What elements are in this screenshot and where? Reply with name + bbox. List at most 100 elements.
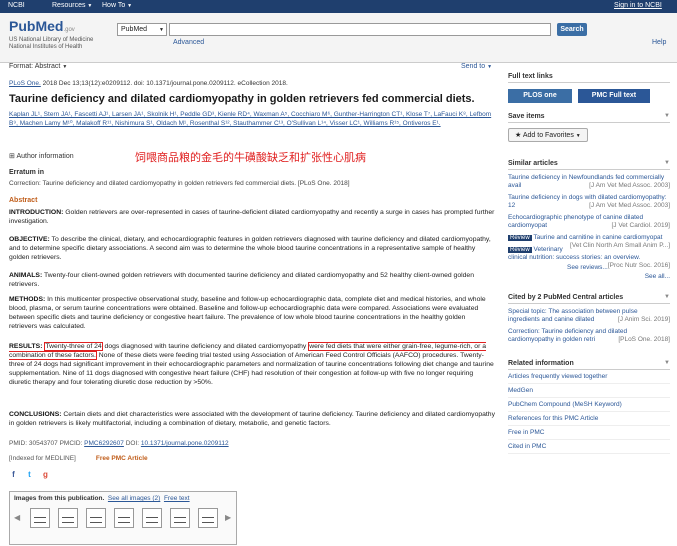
logo-subtitle: US National Library of Medicine National…: [9, 37, 94, 50]
cited-by-heading: Cited by 2 PubMed Central articles ▼: [508, 294, 670, 304]
full-text-links-label: Full text links: [508, 73, 553, 80]
figure-thumbnail[interactable]: [30, 508, 50, 528]
format-value: Abstract: [34, 63, 61, 70]
related-information-label: Related information: [508, 360, 574, 367]
citing-article[interactable]: Correction: Taurine deficiency and dilat…: [508, 328, 670, 344]
free-pmc-link[interactable]: Free PMC Article: [96, 455, 148, 462]
abstract-results: RESULTS: Twenty-three of 24 dogs diagnos…: [9, 342, 495, 387]
doi-label: DOI:: [123, 440, 141, 447]
chevron-down-icon: ▼: [159, 27, 164, 33]
advanced-search-link[interactable]: Advanced: [173, 39, 204, 46]
related-link[interactable]: PubChem Compound (MeSH Keyword): [508, 398, 670, 412]
similar-article-title: Taurine and carnitine in canine cardiomy…: [533, 234, 663, 241]
images-panel: Images from this publication. See all im…: [9, 491, 237, 545]
logo-text: PubMed: [9, 18, 64, 34]
conclusions-label: CONCLUSIONS:: [9, 411, 62, 418]
chevron-down-icon[interactable]: ▼: [664, 294, 670, 300]
review-badge: Review: [508, 247, 532, 253]
similar-article[interactable]: Taurine deficiency in Newfoundlands fed …: [508, 174, 670, 190]
abstract-methods: METHODS: In this multicenter prospective…: [9, 295, 495, 331]
related-information-heading: Related information ▼: [508, 360, 670, 370]
similar-article[interactable]: Echocardiographic phenotype of canine di…: [508, 214, 670, 230]
similar-article-source: [Vet Clin North Am Small Anim P...]: [570, 242, 670, 249]
search-input[interactable]: [169, 23, 551, 36]
figure-thumbnail[interactable]: [142, 508, 162, 528]
add-to-favorites-button[interactable]: ★ Add to Favorites ▼: [508, 128, 588, 142]
free-text-link[interactable]: Free text: [164, 495, 190, 502]
related-link[interactable]: References for this PMC Article: [508, 412, 670, 426]
correction-link[interactable]: Correction: Taurine deficiency and dilat…: [9, 180, 350, 187]
similar-article-source: [J Am Vet Med Assoc. 2003]: [589, 182, 670, 189]
methods-text: In this multicenter prospective observat…: [9, 296, 486, 330]
similar-article[interactable]: Review Taurine and carnitine in canine c…: [508, 234, 670, 249]
indexed-label: [Indexed for MEDLINE]: [9, 455, 76, 462]
resources-menu[interactable]: Resources ▼: [52, 2, 92, 9]
save-items-label: Save items: [508, 113, 545, 120]
figure-thumbnail[interactable]: [86, 508, 106, 528]
figure-thumbnail[interactable]: [114, 508, 134, 528]
format-label: Format:: [9, 63, 34, 70]
similar-article[interactable]: Taurine deficiency in dogs with dilated …: [508, 194, 670, 210]
similar-articles-label: Similar articles: [508, 160, 558, 167]
logo-gov: .gov: [63, 27, 75, 33]
see-all-link[interactable]: See all...: [508, 273, 670, 280]
related-link[interactable]: MedGen: [508, 384, 670, 398]
erratum-heading: Erratum in: [9, 169, 45, 176]
twitter-icon[interactable]: t: [25, 470, 34, 479]
pmid-text: PMID: 30543707 PMCID:: [9, 440, 85, 447]
doi-link[interactable]: 10.1371/journal.pone.0209112: [141, 440, 229, 447]
journal-link[interactable]: PLoS One.: [9, 80, 41, 87]
citing-article[interactable]: Special topic: The association between p…: [508, 308, 670, 324]
author-info-label: Author information: [16, 153, 74, 160]
facebook-icon[interactable]: f: [9, 470, 18, 479]
intro-label: INTRODUCTION:: [9, 209, 64, 216]
similar-article-source: [J Am Vet Med Assoc. 2003]: [589, 202, 670, 209]
conclusions-text: Certain diets and diet characteristics w…: [9, 411, 495, 427]
similar-article-source: [Proc Nutr Soc. 2016]: [607, 262, 670, 269]
chevron-down-icon: ▼: [487, 64, 493, 70]
figure-thumbnail[interactable]: [170, 508, 190, 528]
ncbi-logo-link[interactable]: NCBI: [8, 2, 25, 9]
format-selector[interactable]: Format: Abstract ▼: [9, 63, 67, 70]
plus-icon: ⊞: [9, 153, 15, 160]
database-select-value: PubMed: [121, 26, 148, 33]
pmcid-link[interactable]: PMC6292607: [84, 440, 124, 447]
related-link[interactable]: Cited in PMC: [508, 440, 670, 454]
abstract-animals: ANIMALS: Twenty-four client-owned golden…: [9, 271, 495, 289]
plos-button[interactable]: PLOS one: [508, 89, 572, 103]
pmc-button[interactable]: PMC Full text: [577, 89, 650, 103]
signin-link[interactable]: Sign in to NCBI: [614, 2, 662, 9]
help-link[interactable]: Help: [652, 39, 666, 46]
chevron-left-icon[interactable]: ◀: [14, 513, 20, 522]
chevron-right-icon[interactable]: ▶: [225, 513, 231, 522]
see-all-images-link[interactable]: See all images (2): [108, 495, 160, 502]
author-list[interactable]: Kaplan JL¹, Stern JA¹, Fascetti AJ¹, Lar…: [9, 110, 497, 128]
chevron-down-icon: ▼: [62, 64, 68, 70]
social-share: ftg: [9, 470, 57, 479]
related-link[interactable]: Free in PMC: [508, 426, 670, 440]
google-plus-icon[interactable]: g: [41, 470, 50, 479]
citing-article-source: [J Anim Sci. 2019]: [617, 316, 670, 323]
figure-thumbnail[interactable]: [198, 508, 218, 528]
chevron-down-icon[interactable]: ▼: [664, 160, 670, 166]
send-to-menu[interactable]: Send to ▼: [461, 63, 492, 70]
howto-menu[interactable]: How To ▼: [102, 2, 132, 9]
database-select[interactable]: PubMed ▼: [117, 23, 167, 36]
cited-by-label: Cited by 2 PubMed Central articles: [508, 294, 624, 301]
pubmed-logo[interactable]: PubMed.gov: [9, 18, 75, 34]
highlighted-results-count: Twenty-three of 24: [44, 342, 103, 351]
search-button[interactable]: Search: [557, 23, 587, 36]
indexed-row: [Indexed for MEDLINE] Free PMC Article: [9, 455, 148, 462]
related-link[interactable]: Articles frequently viewed together: [508, 370, 670, 384]
figure-thumbnail[interactable]: [58, 508, 78, 528]
save-items-heading: Save items ▼: [508, 113, 670, 123]
article-title: Taurine deficiency and dilated cardiomyo…: [9, 93, 475, 105]
chevron-down-icon[interactable]: ▼: [664, 113, 670, 119]
intro-text: Golden retrievers are over-represented i…: [9, 209, 495, 225]
full-text-buttons: PLOS one PMC Full text: [508, 89, 670, 103]
chevron-down-icon[interactable]: ▼: [664, 360, 670, 366]
author-info-toggle[interactable]: ⊞ Author information: [9, 152, 74, 160]
abstract-heading: Abstract: [9, 197, 38, 204]
animals-text: Twenty-four client-owned golden retrieve…: [9, 272, 474, 288]
results-label: RESULTS:: [9, 343, 43, 350]
